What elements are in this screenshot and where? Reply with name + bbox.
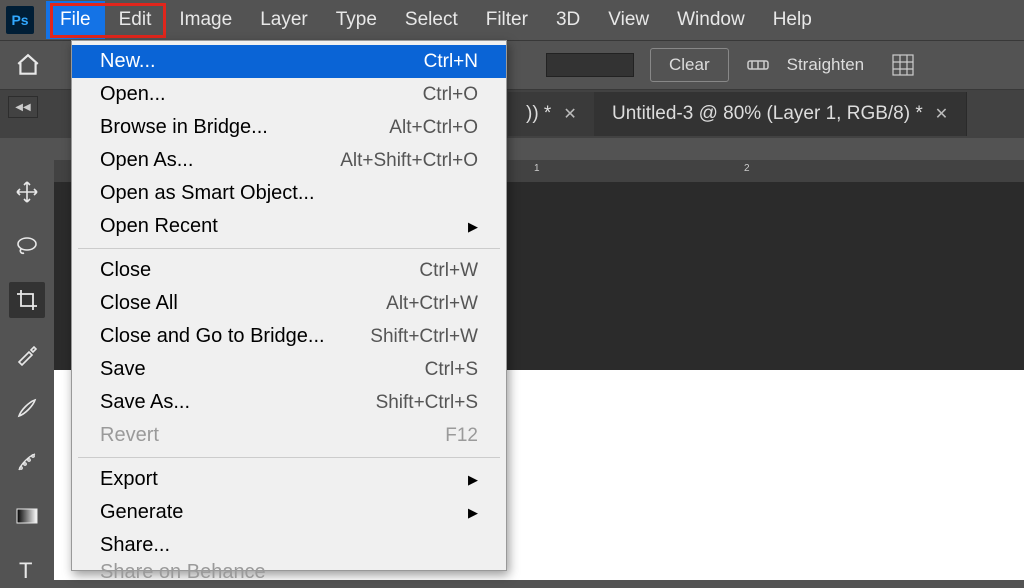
tools-panel: T bbox=[0, 152, 54, 588]
move-tool-icon[interactable] bbox=[9, 174, 45, 210]
menu-item-save[interactable]: Save Ctrl+S bbox=[72, 353, 506, 386]
menu-item-label: Open as Smart Object... bbox=[100, 182, 315, 205]
menu-item-revert: Revert F12 bbox=[72, 419, 506, 452]
straighten-label: Straighten bbox=[787, 55, 865, 75]
document-tab[interactable]: Untitled-3 @ 80% (Layer 1, RGB/8) * ✕ bbox=[594, 92, 967, 136]
ruler-tick: 1 bbox=[534, 163, 540, 174]
menu-item-label: Share... bbox=[100, 534, 170, 557]
submenu-arrow-icon: ▶ bbox=[468, 219, 478, 235]
straighten-icon[interactable] bbox=[745, 52, 771, 78]
ruler-tick: 2 bbox=[744, 163, 750, 174]
document-tab-label: Untitled-3 @ 80% (Layer 1, RGB/8) * bbox=[612, 103, 923, 125]
type-tool-icon[interactable]: T bbox=[9, 552, 45, 588]
menu-item-label: Browse in Bridge... bbox=[100, 116, 268, 139]
crop-tool-icon[interactable] bbox=[9, 282, 45, 318]
submenu-arrow-icon: ▶ bbox=[468, 505, 478, 521]
menu-separator bbox=[78, 248, 500, 249]
menu-item-open-as[interactable]: Open As... Alt+Shift+Ctrl+O bbox=[72, 144, 506, 177]
menu-select[interactable]: Select bbox=[391, 1, 472, 39]
grid-icon[interactable] bbox=[890, 52, 916, 78]
menu-item-label: Revert bbox=[100, 424, 159, 447]
menu-item-open-recent[interactable]: Open Recent ▶ bbox=[72, 210, 506, 243]
menu-item-new[interactable]: New... Ctrl+N bbox=[72, 45, 506, 78]
menu-filter[interactable]: Filter bbox=[472, 1, 542, 39]
healing-brush-tool-icon[interactable] bbox=[9, 444, 45, 480]
menu-file[interactable]: File bbox=[46, 1, 105, 39]
menu-item-label: Export bbox=[100, 468, 158, 491]
menu-item-label: Open As... bbox=[100, 149, 193, 172]
menu-item-open[interactable]: Open... Ctrl+O bbox=[72, 78, 506, 111]
menu-item-save-as[interactable]: Save As... Shift+Ctrl+S bbox=[72, 386, 506, 419]
clear-button[interactable]: Clear bbox=[650, 48, 729, 82]
menu-item-label: Generate bbox=[100, 501, 183, 524]
menu-shortcut: Ctrl+S bbox=[425, 359, 478, 381]
menu-item-label: Close All bbox=[100, 292, 178, 315]
menu-shortcut: Shift+Ctrl+W bbox=[370, 326, 478, 348]
menu-shortcut: Ctrl+N bbox=[424, 51, 478, 73]
eyedropper-tool-icon[interactable] bbox=[9, 336, 45, 372]
document-tab-label: )) * bbox=[526, 103, 551, 125]
menu-item-share[interactable]: Share... bbox=[72, 529, 506, 562]
svg-text:T: T bbox=[19, 558, 32, 582]
menu-help[interactable]: Help bbox=[759, 1, 826, 39]
menu-shortcut: Shift+Ctrl+S bbox=[376, 392, 478, 414]
menu-bar: Ps File Edit Image Layer Type Select Fil… bbox=[0, 0, 1024, 40]
brush-tool-icon[interactable] bbox=[9, 390, 45, 426]
menu-item-open-smart-object[interactable]: Open as Smart Object... bbox=[72, 177, 506, 210]
menu-3d[interactable]: 3D bbox=[542, 1, 594, 39]
menu-view[interactable]: View bbox=[594, 1, 663, 39]
menu-shortcut: Alt+Shift+Ctrl+O bbox=[340, 150, 478, 172]
close-icon[interactable]: ✕ bbox=[563, 104, 576, 124]
lasso-tool-icon[interactable] bbox=[9, 228, 45, 264]
file-menu-dropdown: New... Ctrl+N Open... Ctrl+O Browse in B… bbox=[71, 40, 507, 571]
gradient-tool-icon[interactable] bbox=[9, 498, 45, 534]
menu-item-generate[interactable]: Generate ▶ bbox=[72, 496, 506, 529]
menu-shortcut: F12 bbox=[445, 425, 478, 447]
menu-item-close-all[interactable]: Close All Alt+Ctrl+W bbox=[72, 287, 506, 320]
menu-item-label: Close bbox=[100, 259, 151, 282]
menu-item-browse-bridge[interactable]: Browse in Bridge... Alt+Ctrl+O bbox=[72, 111, 506, 144]
menu-type[interactable]: Type bbox=[322, 1, 391, 39]
expand-panels-icon[interactable]: ◀◀ bbox=[8, 96, 38, 118]
menu-window[interactable]: Window bbox=[663, 1, 759, 39]
app-icon: Ps bbox=[6, 6, 34, 34]
menu-item-label: Close and Go to Bridge... bbox=[100, 325, 325, 348]
menu-separator bbox=[78, 457, 500, 458]
menu-item-label: Save bbox=[100, 358, 146, 381]
menu-shortcut: Ctrl+W bbox=[419, 260, 478, 282]
menu-item-label: Open Recent bbox=[100, 215, 218, 238]
menu-item-close[interactable]: Close Ctrl+W bbox=[72, 254, 506, 287]
menu-shortcut: Ctrl+O bbox=[423, 84, 478, 106]
submenu-arrow-icon: ▶ bbox=[468, 472, 478, 488]
menu-image[interactable]: Image bbox=[165, 1, 246, 39]
menu-item-label: Save As... bbox=[100, 391, 190, 414]
menu-item-label: Open... bbox=[100, 83, 166, 106]
document-tab[interactable]: )) * ✕ bbox=[508, 92, 596, 136]
menu-edit[interactable]: Edit bbox=[105, 1, 166, 39]
close-icon[interactable]: ✕ bbox=[935, 104, 948, 124]
menu-item-share-behance: Share on Behance bbox=[72, 562, 506, 578]
menu-item-label: Share on Behance bbox=[100, 562, 266, 578]
menu-layer[interactable]: Layer bbox=[246, 1, 322, 39]
menu-shortcut: Alt+Ctrl+O bbox=[389, 117, 478, 139]
menu-shortcut: Alt+Ctrl+W bbox=[386, 293, 478, 315]
home-icon[interactable] bbox=[12, 49, 44, 81]
menu-item-export[interactable]: Export ▶ bbox=[72, 463, 506, 496]
angle-input[interactable] bbox=[546, 53, 634, 77]
menu-item-label: New... bbox=[100, 50, 156, 73]
menu-item-close-go-bridge[interactable]: Close and Go to Bridge... Shift+Ctrl+W bbox=[72, 320, 506, 353]
